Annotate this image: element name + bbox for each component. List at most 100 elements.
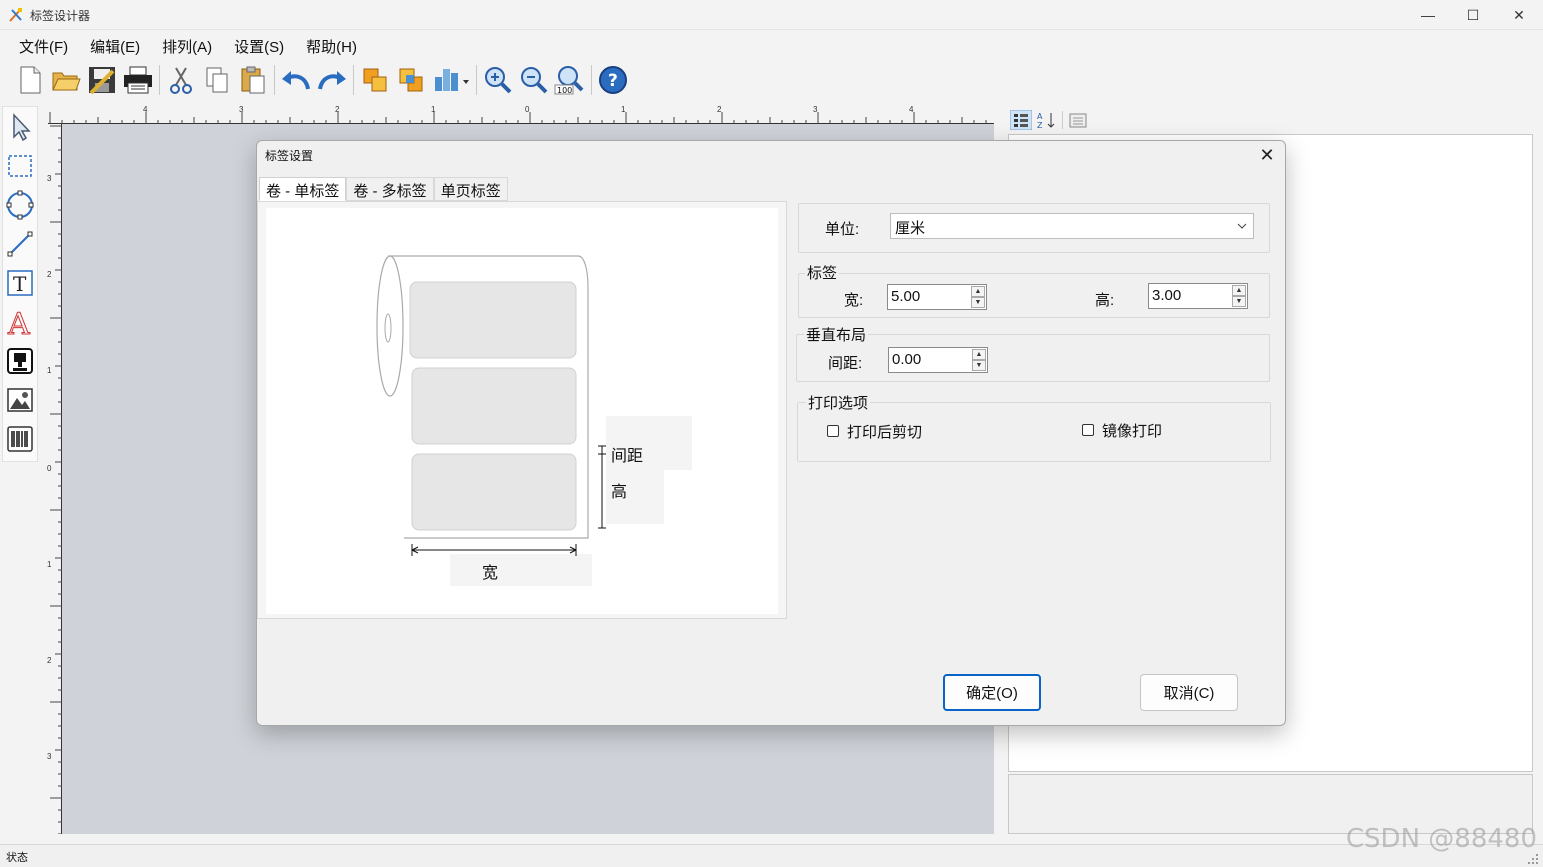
rect-select-icon <box>8 154 32 177</box>
image-tool[interactable] <box>3 380 37 419</box>
width-dimension-label: 宽 <box>482 565 499 582</box>
ruler-label: 0 <box>525 105 530 114</box>
send-back-button[interactable] <box>393 62 429 98</box>
categorized-view-icon[interactable] <box>1010 110 1032 130</box>
copy-icon <box>206 67 228 93</box>
ruler-label: 3 <box>47 174 52 183</box>
mirror-print-label[interactable]: 镜像打印 <box>1102 420 1162 441</box>
save-button[interactable] <box>84 62 120 98</box>
menu-file[interactable]: 文件(F) <box>8 32 79 60</box>
resize-grip-icon[interactable] <box>1527 853 1539 865</box>
rect-tool[interactable] <box>3 146 37 185</box>
paste-button[interactable] <box>235 62 271 98</box>
menu-help[interactable]: 帮助(H) <box>295 32 368 60</box>
gap-stepper[interactable]: 0.00 ▲ ▼ <box>888 347 988 373</box>
barcode-icon <box>7 425 33 452</box>
bring-front-button[interactable] <box>357 62 393 98</box>
width-stepper[interactable]: 5.00 ▲ ▼ <box>887 284 987 310</box>
mirror-print-checkbox[interactable] <box>1082 424 1094 436</box>
horizontal-ruler-ticks <box>49 112 987 124</box>
stamp-tool[interactable] <box>3 341 37 380</box>
open-button[interactable] <box>48 62 84 98</box>
minimize-icon: — <box>1421 7 1435 23</box>
line-icon <box>7 231 33 256</box>
tool-palette: T A <box>2 106 38 462</box>
unit-label: 单位: <box>825 221 860 238</box>
unit-select[interactable]: 厘米 <box>890 213 1254 239</box>
label-preview: 间距 高 宽 <box>257 201 787 619</box>
increment-button[interactable]: ▲ <box>972 349 986 360</box>
menu-arrange[interactable]: 排列(A) <box>151 32 223 60</box>
sort-az-icon[interactable]: AZ <box>1036 110 1058 130</box>
menu-settings[interactable]: 设置(S) <box>223 32 295 60</box>
copy-button[interactable] <box>199 62 235 98</box>
ruler-label: 2 <box>47 270 52 279</box>
tab-single-page[interactable]: 单页标签 <box>433 177 508 201</box>
property-toolbar: AZ <box>1010 110 1089 134</box>
barcode-tool[interactable] <box>3 419 37 458</box>
print-group-title: 打印选项 <box>806 392 871 413</box>
redo-icon <box>318 71 346 90</box>
dialog-close-button[interactable]: ✕ <box>1255 143 1279 167</box>
increment-button[interactable]: ▲ <box>971 286 985 297</box>
cut-after-print-checkbox[interactable] <box>827 425 839 437</box>
text-tool[interactable]: T <box>3 263 37 302</box>
cut-button[interactable] <box>163 62 199 98</box>
help-button[interactable]: ? <box>595 62 631 98</box>
decrement-button[interactable]: ▼ <box>972 360 986 371</box>
maximize-button[interactable]: ☐ <box>1450 0 1496 30</box>
zoom-100-button[interactable]: 100 <box>552 62 588 98</box>
font-tool[interactable]: A <box>3 302 37 341</box>
new-file-icon <box>20 66 41 94</box>
align-button[interactable] <box>429 62 473 98</box>
tab-roll-multi[interactable]: 卷 - 多标签 <box>346 177 434 201</box>
text-box-icon: T <box>7 269 33 296</box>
window-title: 标签设计器 <box>30 9 91 23</box>
watermark-text: CSDN @88480 <box>1345 824 1537 854</box>
height-stepper[interactable]: 3.00 ▲ ▼ <box>1148 283 1248 309</box>
stamp-icon <box>7 347 33 374</box>
gap-value: 0.00 <box>892 351 922 368</box>
decrement-button[interactable]: ▼ <box>1232 296 1246 307</box>
menu-bar: 文件(F) 编辑(E) 排列(A) 设置(S) 帮助(H) <box>0 32 1543 60</box>
zoom-in-button[interactable] <box>480 62 516 98</box>
redo-button[interactable] <box>314 62 350 98</box>
tab-roll-single[interactable]: 卷 - 单标签 <box>259 177 347 201</box>
new-button[interactable] <box>12 62 48 98</box>
property-pages-icon[interactable] <box>1067 110 1089 130</box>
ellipse-tool[interactable] <box>3 185 37 224</box>
ruler-label: 3 <box>813 105 818 114</box>
help-glyph: ? <box>608 71 618 91</box>
zoom-out-button[interactable] <box>516 62 552 98</box>
ruler-label: 2 <box>717 105 722 114</box>
select-tool[interactable] <box>3 107 37 146</box>
ok-button-label: 确定(O) <box>966 685 1018 702</box>
print-icon <box>124 66 152 94</box>
increment-button[interactable]: ▲ <box>1232 285 1246 296</box>
label-diagram: 间距 高 宽 <box>266 208 778 614</box>
width-label: 宽: <box>844 292 864 309</box>
undo-button[interactable] <box>278 62 314 98</box>
close-window-button[interactable]: ✕ <box>1496 0 1542 30</box>
minimize-button[interactable]: — <box>1405 0 1451 30</box>
gap-dimension-label: 间距 <box>611 448 644 465</box>
vertical-ruler: 3 2 1 0 1 2 3 <box>44 124 62 834</box>
line-tool[interactable] <box>3 224 37 263</box>
ellipse-icon <box>6 190 34 219</box>
zoom-in-icon <box>485 67 512 94</box>
decrement-button[interactable]: ▼ <box>971 297 985 308</box>
vertical-ruler-ticks <box>50 125 62 834</box>
open-folder-icon <box>52 72 81 91</box>
paste-icon <box>241 66 265 94</box>
ok-button[interactable]: 确定(O) <box>943 674 1041 711</box>
height-value: 3.00 <box>1152 287 1182 304</box>
menu-edit[interactable]: 编辑(E) <box>79 32 151 60</box>
print-button[interactable] <box>120 62 156 98</box>
undo-icon <box>282 71 310 90</box>
ruler-label: 2 <box>335 105 340 114</box>
label-settings-dialog: 标签设置 ✕ 卷 - 单标签 卷 - 多标签 单页标签 间距 高 宽 单位: 厘… <box>256 140 1286 726</box>
width-value: 5.00 <box>891 288 921 305</box>
cut-after-print-label[interactable]: 打印后剪切 <box>847 421 922 442</box>
close-icon: ✕ <box>1259 144 1275 165</box>
cancel-button[interactable]: 取消(C) <box>1140 674 1238 711</box>
